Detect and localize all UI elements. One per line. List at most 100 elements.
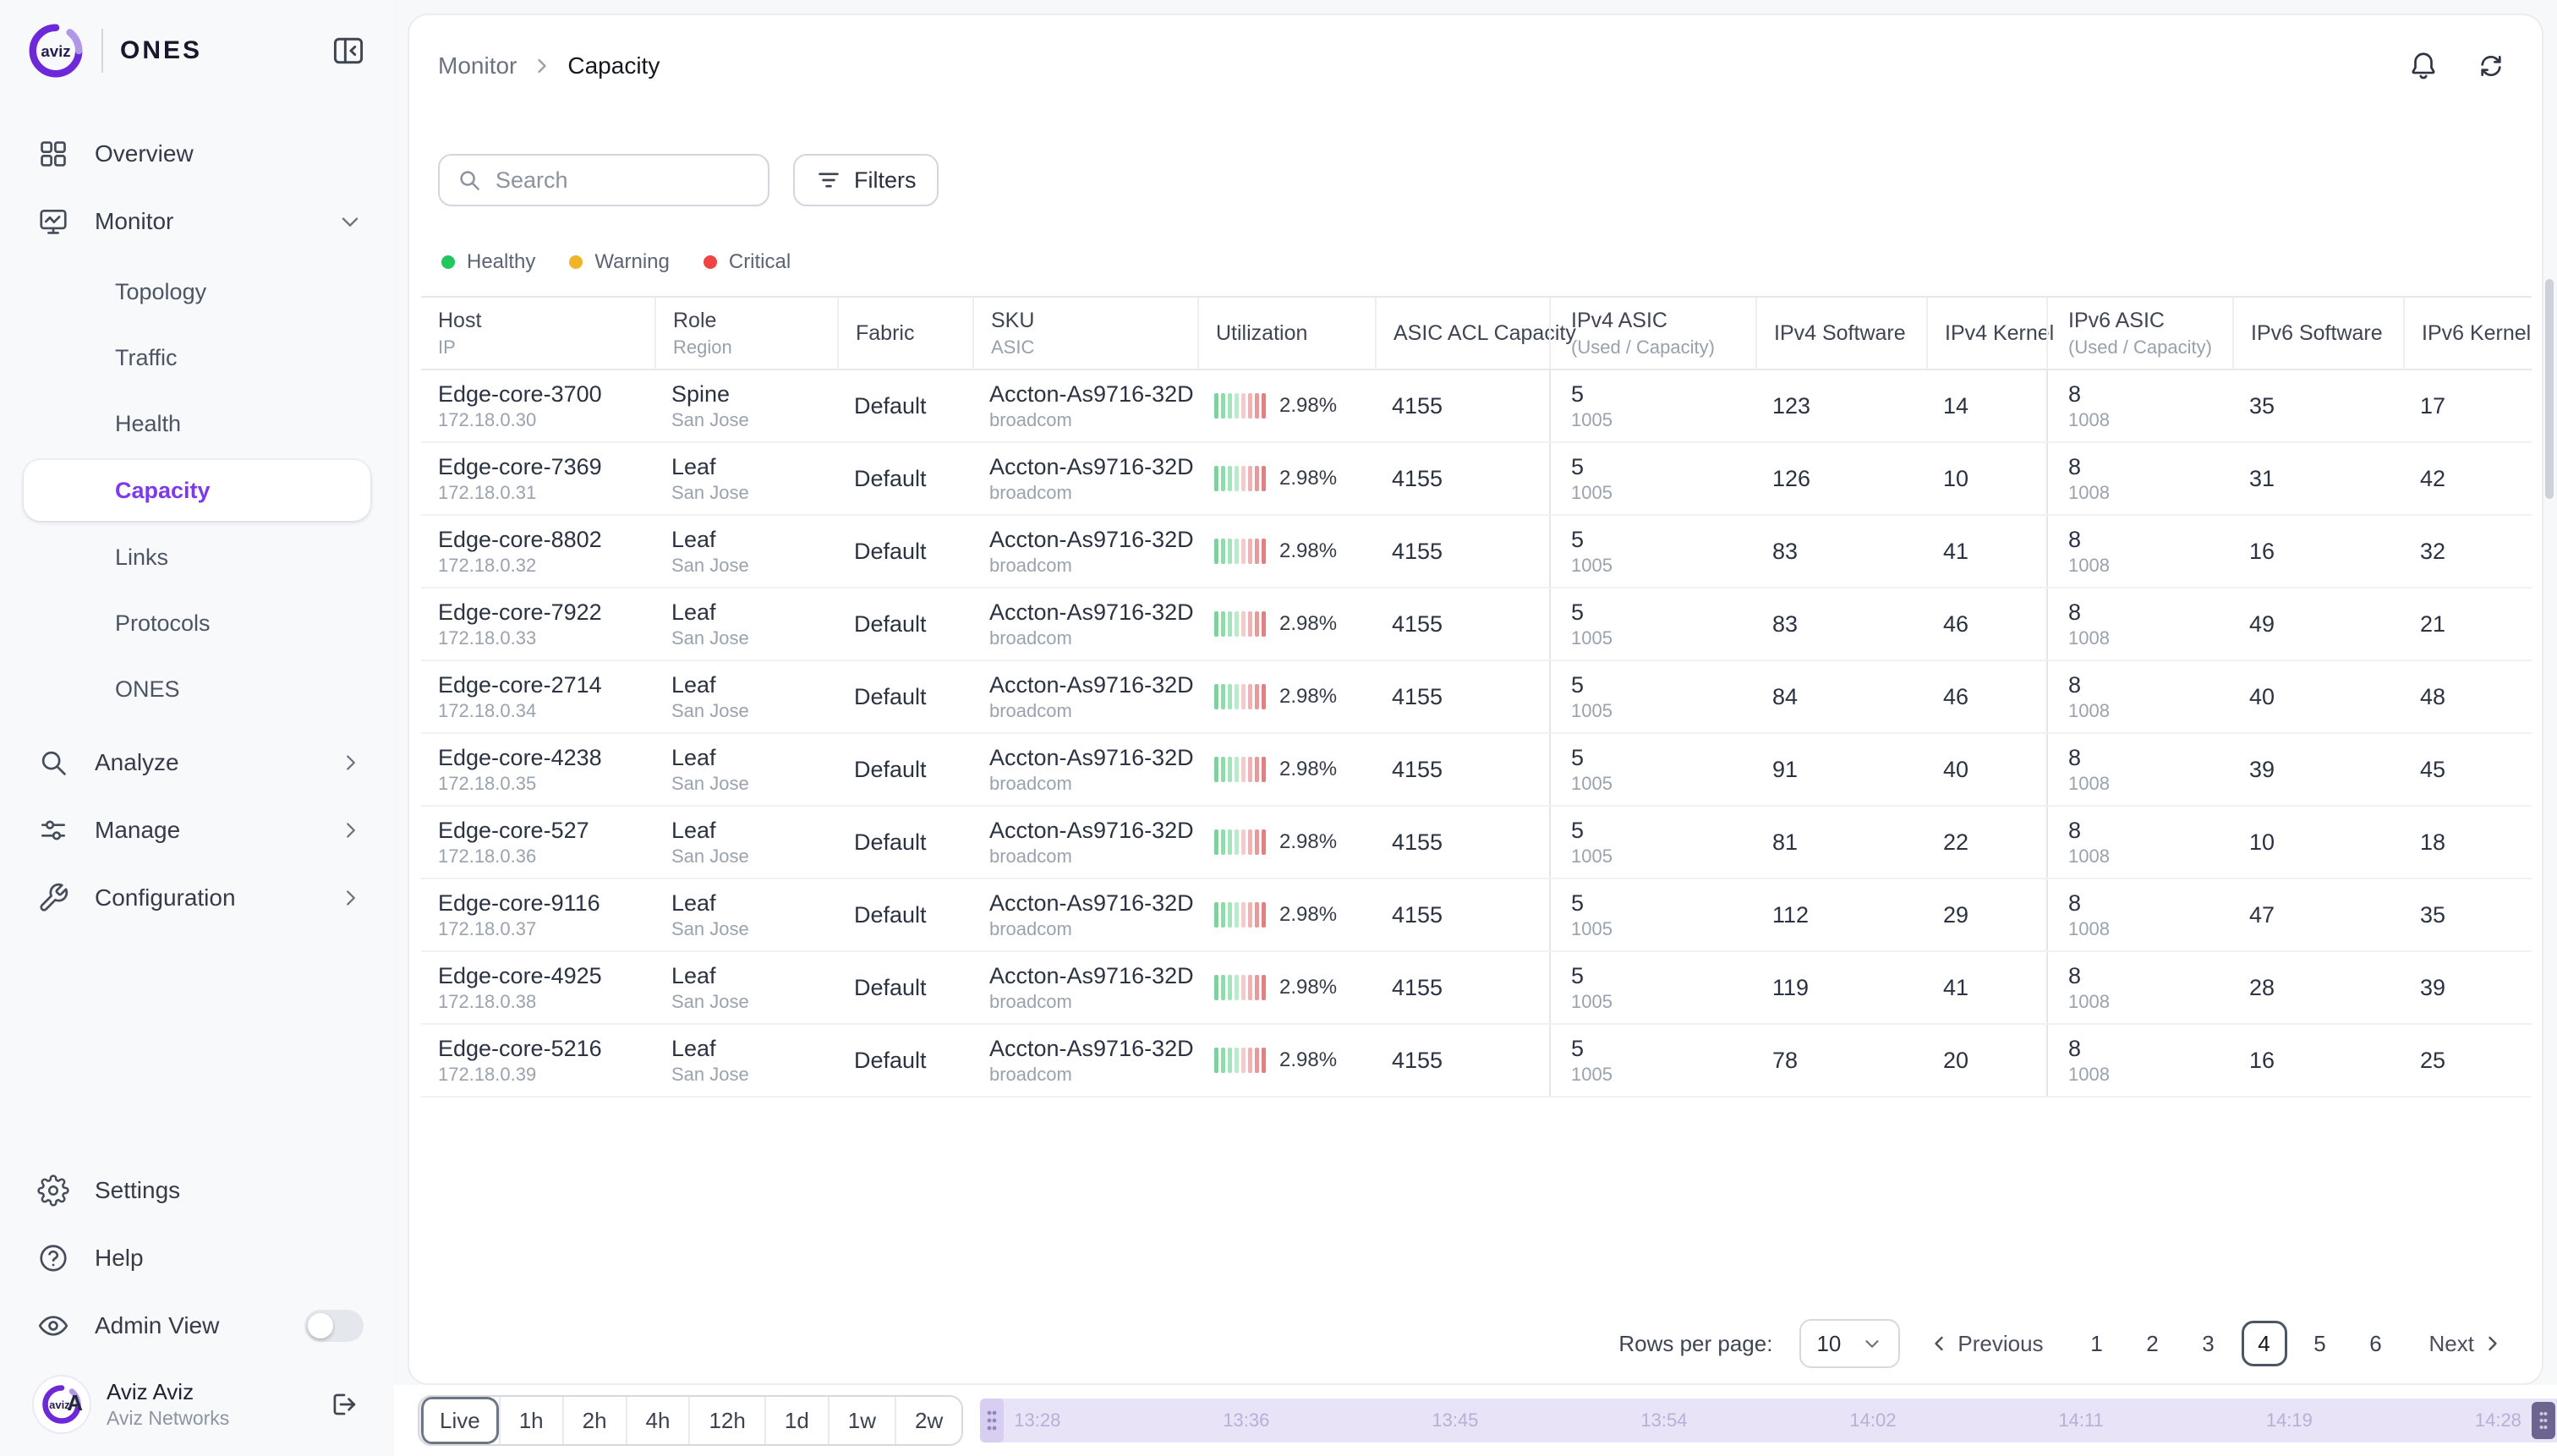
region-value: San Jose xyxy=(671,555,837,577)
cell-role: Spine San Jose xyxy=(654,370,837,441)
column-header[interactable]: SKU ASIC xyxy=(972,298,1197,369)
admin-view-toggle[interactable] xyxy=(304,1310,364,1342)
column-header[interactable]: IPv4 Software xyxy=(1755,298,1926,369)
timeline-drag-handle[interactable] xyxy=(980,1399,1004,1442)
sidebar-item-settings[interactable]: Settings xyxy=(0,1157,394,1224)
subnav-label: ONES xyxy=(115,676,180,703)
asic-value: broadcom xyxy=(989,1064,1197,1086)
table-row[interactable]: Edge-core-527 172.18.0.36 Leaf San Jose … xyxy=(421,807,2532,879)
user-org: Aviz Networks xyxy=(107,1407,304,1430)
fabric-value: Default xyxy=(854,611,927,638)
column-header[interactable]: IPv4 ASIC (Used / Capacity) xyxy=(1549,298,1755,369)
page-scrollbar[interactable] xyxy=(2545,279,2554,499)
previous-page-button[interactable]: Previous xyxy=(1927,1331,2043,1357)
time-range-button[interactable]: 2h xyxy=(562,1397,626,1444)
search-input[interactable] xyxy=(496,167,751,194)
rows-per-page-select[interactable]: 10 xyxy=(1799,1319,1900,1368)
table-row[interactable]: Edge-core-8802 172.18.0.32 Leaf San Jose… xyxy=(421,516,2532,588)
time-range-button[interactable]: 1h xyxy=(499,1397,562,1444)
page-number-button[interactable]: 1 xyxy=(2074,1321,2120,1366)
page-number-button[interactable]: 3 xyxy=(2186,1321,2231,1366)
refresh-button[interactable] xyxy=(2464,39,2518,93)
status-legend: Healthy Warning Critical xyxy=(409,206,2542,274)
filters-button[interactable]: Filters xyxy=(793,154,939,206)
column-header[interactable]: IPv6 Kernel xyxy=(2403,298,2532,369)
fabric-value: Default xyxy=(854,975,927,1001)
page-number-button[interactable]: 4 xyxy=(2242,1321,2287,1366)
sidebar-subitem[interactable]: Health xyxy=(0,391,394,457)
sidebar-item-manage[interactable]: Manage xyxy=(0,796,394,864)
table-row[interactable]: Edge-core-7922 172.18.0.33 Leaf San Jose… xyxy=(421,588,2532,661)
time-range-button[interactable]: 1w xyxy=(828,1397,895,1444)
time-range-button[interactable]: 1d xyxy=(764,1397,828,1444)
column-header[interactable]: Fabric xyxy=(837,298,972,369)
sidebar-subitem[interactable]: Topology xyxy=(0,259,394,325)
timeline-timestamp: 14:02 xyxy=(1849,1409,1896,1431)
time-range-button[interactable]: Live xyxy=(419,1397,499,1444)
cell-role: Leaf San Jose xyxy=(654,661,837,732)
table-row[interactable]: Edge-core-3700 172.18.0.30 Spine San Jos… xyxy=(421,370,2532,443)
table-row[interactable]: Edge-core-2714 172.18.0.34 Leaf San Jose… xyxy=(421,661,2532,734)
sidebar-subitem[interactable]: Traffic xyxy=(0,325,394,391)
cell-ipv6-asic: 8 1008 xyxy=(2046,370,2232,441)
sidebar-item-monitor[interactable]: Monitor xyxy=(0,188,394,255)
asic-value: broadcom xyxy=(989,846,1197,868)
column-header[interactable]: Role Region xyxy=(654,298,837,369)
cell-ipv6-software: 35 xyxy=(2232,370,2403,441)
cell-fabric: Default xyxy=(837,370,972,441)
cell-ipv6-kernel: 39 xyxy=(2403,952,2532,1023)
next-page-button[interactable]: Next xyxy=(2429,1331,2505,1357)
role-value: Leaf xyxy=(671,599,837,626)
sidebar-subitem[interactable]: Capacity xyxy=(24,460,370,521)
column-header[interactable]: Host IP xyxy=(421,298,654,369)
ipv6-kernel-value: 39 xyxy=(2420,975,2445,1001)
sidebar-subitem[interactable]: Protocols xyxy=(0,590,394,656)
table-row[interactable]: Edge-core-4238 172.18.0.35 Leaf San Jose… xyxy=(421,734,2532,807)
sidebar-item-overview[interactable]: Overview xyxy=(0,120,394,188)
ipv4-asic-capacity: 1005 xyxy=(1571,773,1755,795)
cell-ipv6-kernel: 48 xyxy=(2403,661,2532,732)
column-header[interactable]: Utilization xyxy=(1197,298,1375,369)
cell-acl-capacity: 4155 xyxy=(1375,734,1549,805)
ipv6-asic-capacity: 1008 xyxy=(2068,627,2232,649)
ipv4-kernel-value: 10 xyxy=(1943,466,1968,492)
column-sublabel: (Used / Capacity) xyxy=(2068,337,2232,359)
timeline-right-handle[interactable] xyxy=(2532,1402,2555,1439)
cell-utilization: 2.98% xyxy=(1197,734,1375,805)
sidebar-item-configuration[interactable]: Configuration xyxy=(0,864,394,932)
breadcrumb-monitor[interactable]: Monitor xyxy=(438,52,517,79)
host-ip: 172.18.0.32 xyxy=(438,555,654,577)
sidebar-subitem[interactable]: Links xyxy=(0,524,394,590)
table-row[interactable]: Edge-core-7369 172.18.0.31 Leaf San Jose… xyxy=(421,443,2532,516)
timeline-band[interactable]: 13:2813:3613:4513:5414:0214:1114:1914:28 xyxy=(980,1399,2557,1442)
table-row[interactable]: Edge-core-4925 172.18.0.38 Leaf San Jose… xyxy=(421,952,2532,1025)
host-name: Edge-core-5216 xyxy=(438,1036,654,1062)
wrench-icon xyxy=(37,882,69,914)
sidebar-subitem[interactable]: ONES xyxy=(0,656,394,722)
ipv6-asic-capacity: 1008 xyxy=(2068,700,2232,722)
page-number-button[interactable]: 5 xyxy=(2297,1321,2343,1366)
sidebar-item-help[interactable]: Help xyxy=(0,1224,394,1292)
legend-item: Warning xyxy=(569,250,669,274)
cell-ipv4-asic: 5 1005 xyxy=(1549,807,1755,878)
sidebar-collapse-button[interactable] xyxy=(326,29,370,73)
time-range-button[interactable]: 2w xyxy=(895,1397,961,1444)
page-number-button[interactable]: 2 xyxy=(2130,1321,2176,1366)
column-header[interactable]: IPv6 Software xyxy=(2232,298,2403,369)
column-header[interactable]: ASIC ACL Capacity xyxy=(1375,298,1549,369)
table-row[interactable]: Edge-core-5216 172.18.0.39 Leaf San Jose… xyxy=(421,1025,2532,1097)
page-number-button[interactable]: 6 xyxy=(2353,1321,2399,1366)
notifications-bell-button[interactable] xyxy=(2396,39,2450,93)
sidebar-item-analyze[interactable]: Analyze xyxy=(0,729,394,796)
host-ip: 172.18.0.38 xyxy=(438,991,654,1013)
logout-icon-button[interactable] xyxy=(321,1382,367,1427)
time-range-button[interactable]: 12h xyxy=(688,1397,764,1444)
column-header[interactable]: IPv6 ASIC (Used / Capacity) xyxy=(2046,298,2232,369)
region-value: San Jose xyxy=(671,918,837,940)
user-profile[interactable]: aviz A Aviz Aviz Aviz Networks xyxy=(0,1360,394,1442)
subnav-label: Capacity xyxy=(115,478,211,504)
table-row[interactable]: Edge-core-9116 172.18.0.37 Leaf San Jose… xyxy=(421,879,2532,952)
column-header[interactable]: IPv4 Kernel xyxy=(1926,298,2046,369)
cell-host: Edge-core-4238 172.18.0.35 xyxy=(421,734,654,805)
time-range-button[interactable]: 4h xyxy=(626,1397,689,1444)
